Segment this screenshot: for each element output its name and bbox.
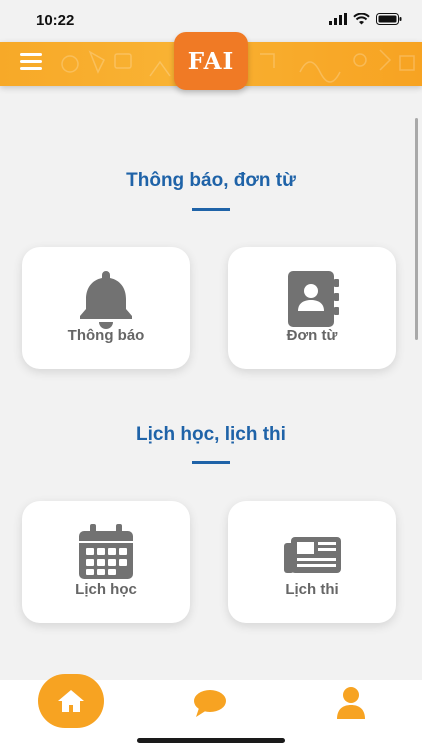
wifi-icon	[353, 13, 370, 25]
card-label: Lịch học	[75, 581, 137, 598]
newspaper-icon	[284, 537, 341, 573]
card-requests[interactable]: Đơn từ	[228, 247, 396, 369]
section-title-schedule: Lịch học, lịch thi	[136, 424, 286, 445]
status-time: 10:22	[36, 12, 75, 29]
card-class-schedule[interactable]: Lịch học	[22, 501, 190, 623]
section-underline	[192, 461, 230, 464]
card-label: Lịch thi	[285, 581, 339, 598]
menu-button[interactable]	[20, 53, 42, 73]
card-exam-schedule[interactable]: Lịch thi	[228, 501, 396, 623]
section-title-notifications: Thông báo, đơn từ	[126, 170, 296, 191]
chat-icon[interactable]	[193, 688, 227, 718]
logo-text: FAI	[187, 47, 235, 75]
section-underline	[192, 208, 230, 211]
nav-home-button[interactable]	[38, 674, 104, 728]
fai-logo: FAI	[174, 32, 248, 90]
profile-icon[interactable]	[335, 686, 367, 720]
card-label: Thông báo	[67, 327, 145, 344]
scrollbar[interactable]	[415, 118, 418, 340]
calendar-icon	[79, 524, 133, 579]
card-notifications[interactable]: Thông báo	[22, 247, 190, 369]
home-icon	[58, 690, 84, 712]
bell-icon	[80, 271, 132, 329]
battery-icon	[376, 13, 402, 25]
status-icons	[329, 13, 402, 25]
card-label: Đơn từ	[286, 327, 338, 344]
home-indicator	[137, 738, 285, 743]
contact-book-icon	[288, 271, 339, 327]
signal-icon	[329, 13, 347, 25]
